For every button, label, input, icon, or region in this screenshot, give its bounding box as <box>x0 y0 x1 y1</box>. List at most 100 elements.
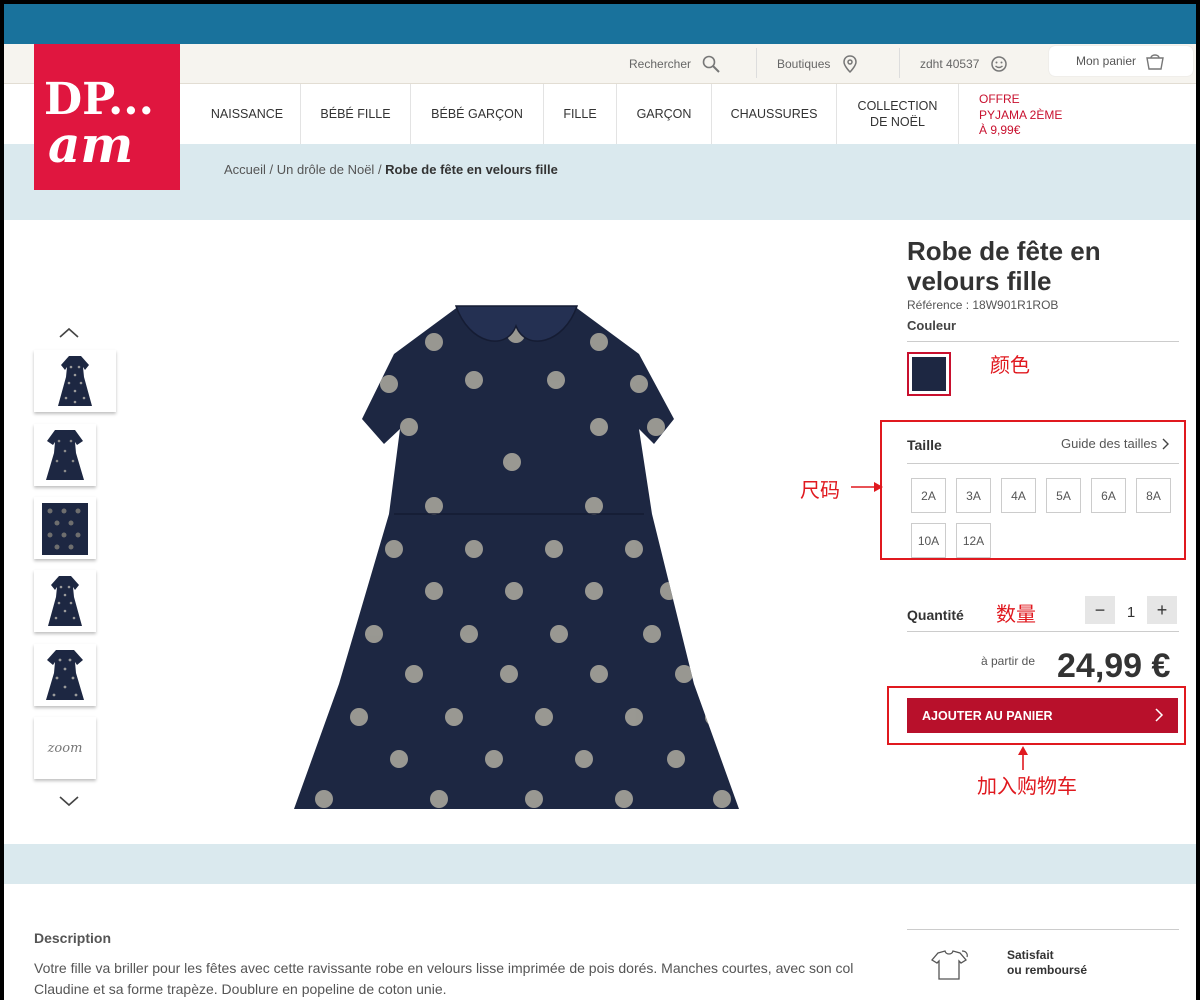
dress-back-thumbnail-image <box>46 430 84 480</box>
product-price: 24,99 € <box>1057 647 1171 685</box>
annotation-size: 尺码 <box>800 478 840 502</box>
size-option-3a[interactable]: 3A <box>956 478 991 513</box>
nav-item-bebe-garcon[interactable]: BÉBÉ GARÇON <box>411 84 544 144</box>
utility-bar: Rechercher Boutiques zdht 40537 Mon pani… <box>4 44 1196 84</box>
tshirt-return-icon <box>931 950 968 980</box>
thumbnail[interactable] <box>34 424 96 486</box>
section-divider-band <box>4 844 1196 884</box>
offer-line2: PYJAMA 2ÈME <box>979 107 1063 122</box>
color-label: Couleur <box>907 318 957 333</box>
nav-item-naissance[interactable]: NAISSANCE <box>194 84 301 144</box>
account-link[interactable]: zdht 40537 <box>920 44 1009 84</box>
top-banner <box>4 4 1196 44</box>
description-title: Description <box>34 930 112 946</box>
divider <box>907 929 1179 930</box>
chevron-up-icon[interactable] <box>57 326 81 340</box>
thumbnail[interactable] <box>34 570 96 632</box>
logo-graphic: DP... am <box>44 74 154 174</box>
search-icon <box>702 55 720 73</box>
product-main-image[interactable] <box>244 284 794 814</box>
thumbnail[interactable] <box>34 644 96 706</box>
breadcrumb-separator: / <box>265 162 277 177</box>
cart-button[interactable]: Mon panier <box>1049 46 1193 76</box>
add-to-cart-label: AJOUTER AU PANIER <box>922 708 1053 723</box>
brand-logo[interactable]: DP... am <box>34 44 180 190</box>
quantity-increase-button[interactable]: + <box>1147 596 1177 624</box>
product-title-line2: velours fille <box>907 266 1052 296</box>
divider <box>907 341 1179 342</box>
size-option-2a[interactable]: 2A <box>911 478 946 513</box>
price-prefix: à partir de <box>981 654 1036 668</box>
collection-line1: COLLECTION <box>857 98 938 113</box>
search-label: Rechercher <box>629 57 692 71</box>
shopping-bag-icon <box>1146 54 1164 70</box>
fabric-detail-image <box>42 503 88 555</box>
quantity-label: Quantité <box>907 607 964 623</box>
breadcrumb-home[interactable]: Accueil <box>224 162 266 177</box>
search-link[interactable]: Rechercher <box>629 44 721 84</box>
offer-line1: OFFRE <box>979 92 1020 106</box>
annotation-arrow-up-icon <box>1018 746 1028 770</box>
nav-item-collection-noel[interactable]: COLLECTION DE NOËL <box>837 84 959 144</box>
nav-item-offer[interactable]: OFFRE PYJAMA 2ÈME À 9,99€ <box>979 92 1062 139</box>
dress-worn-thumbnail-image <box>48 576 82 626</box>
divider <box>907 463 1179 464</box>
quantity-decrease-button[interactable]: − <box>1085 596 1115 624</box>
quantity-value[interactable]: 1 <box>1117 598 1145 626</box>
product-title: Robe de fête en velours fille <box>907 236 1179 296</box>
guarantee-text: Satisfait ou remboursé <box>1007 948 1087 978</box>
user-face-icon <box>991 56 1008 72</box>
divider <box>907 631 1179 632</box>
size-option-5a[interactable]: 5A <box>1046 478 1081 513</box>
thumbnail[interactable] <box>34 350 116 412</box>
location-pin-icon <box>843 55 858 74</box>
annotation-color: 颜色 <box>990 353 1030 377</box>
size-option-12a[interactable]: 12A <box>956 523 991 558</box>
size-guide-label: Guide des tailles <box>1061 436 1158 451</box>
breadcrumb: Accueil / Un drôle de Noël / Robe de fêt… <box>224 162 558 177</box>
logo-line2: am <box>48 115 133 174</box>
annotation-arrow-right-icon <box>851 482 883 492</box>
dress-thumbnail-image <box>58 356 92 406</box>
annotation-quantity: 数量 <box>996 602 1036 626</box>
size-option-8a[interactable]: 8A <box>1136 478 1171 513</box>
nav-item-chaussures[interactable]: CHAUSSURES <box>712 84 837 144</box>
thumbnail[interactable] <box>34 497 96 559</box>
product-reference: Référence : 18W901R1ROB <box>907 298 1059 312</box>
product-title-line1: Robe de fête en <box>907 236 1101 266</box>
breadcrumb-separator: / <box>374 162 386 177</box>
collection-line2: DE NOËL <box>870 115 925 129</box>
nav-item-fille[interactable]: FILLE <box>544 84 617 144</box>
divider <box>756 48 757 78</box>
cart-label: Mon panier <box>1075 54 1137 68</box>
product-info: Robe de fête en velours fille Référence … <box>907 236 1179 333</box>
nav-item-garcon[interactable]: GARÇON <box>617 84 712 144</box>
size-option-4a[interactable]: 4A <box>1001 478 1036 513</box>
color-swatch-navy[interactable] <box>907 352 951 396</box>
description-text: Votre fille va briller pour les fêtes av… <box>34 960 854 997</box>
size-label: Taille <box>907 437 942 453</box>
annotation-add-to-cart: 加入购物车 <box>977 774 1077 798</box>
dress-alt-thumbnail-image <box>46 650 84 700</box>
offer-line3: À 9,99€ <box>979 123 1021 138</box>
zoom-label: zoom <box>47 740 83 756</box>
breadcrumb-category[interactable]: Un drôle de Noël <box>277 162 375 177</box>
stores-link[interactable]: Boutiques <box>777 44 860 84</box>
swatch-fill <box>912 357 946 391</box>
zoom-thumbnail[interactable]: zoom <box>34 717 96 779</box>
nav-item-bebe-fille[interactable]: BÉBÉ FILLE <box>301 84 411 144</box>
chevron-right-icon <box>1162 438 1170 449</box>
user-label: zdht 40537 <box>920 57 980 71</box>
divider <box>899 48 900 78</box>
size-option-10a[interactable]: 10A <box>911 523 946 558</box>
breadcrumb-current: Robe de fête en velours fille <box>385 162 558 177</box>
breadcrumb-band: Accueil / Un drôle de Noël / Robe de fêt… <box>4 144 1196 220</box>
chevron-right-icon <box>1155 708 1164 722</box>
guarantee-line1: Satisfait <box>1007 948 1054 962</box>
product-page: Rechercher Boutiques zdht 40537 Mon pani… <box>4 4 1196 1000</box>
chevron-down-icon[interactable] <box>57 794 81 808</box>
size-option-6a[interactable]: 6A <box>1091 478 1126 513</box>
stores-label: Boutiques <box>777 57 831 71</box>
add-to-cart-button[interactable]: AJOUTER AU PANIER <box>907 698 1178 733</box>
size-guide-link[interactable]: Guide des tailles <box>1061 436 1170 451</box>
